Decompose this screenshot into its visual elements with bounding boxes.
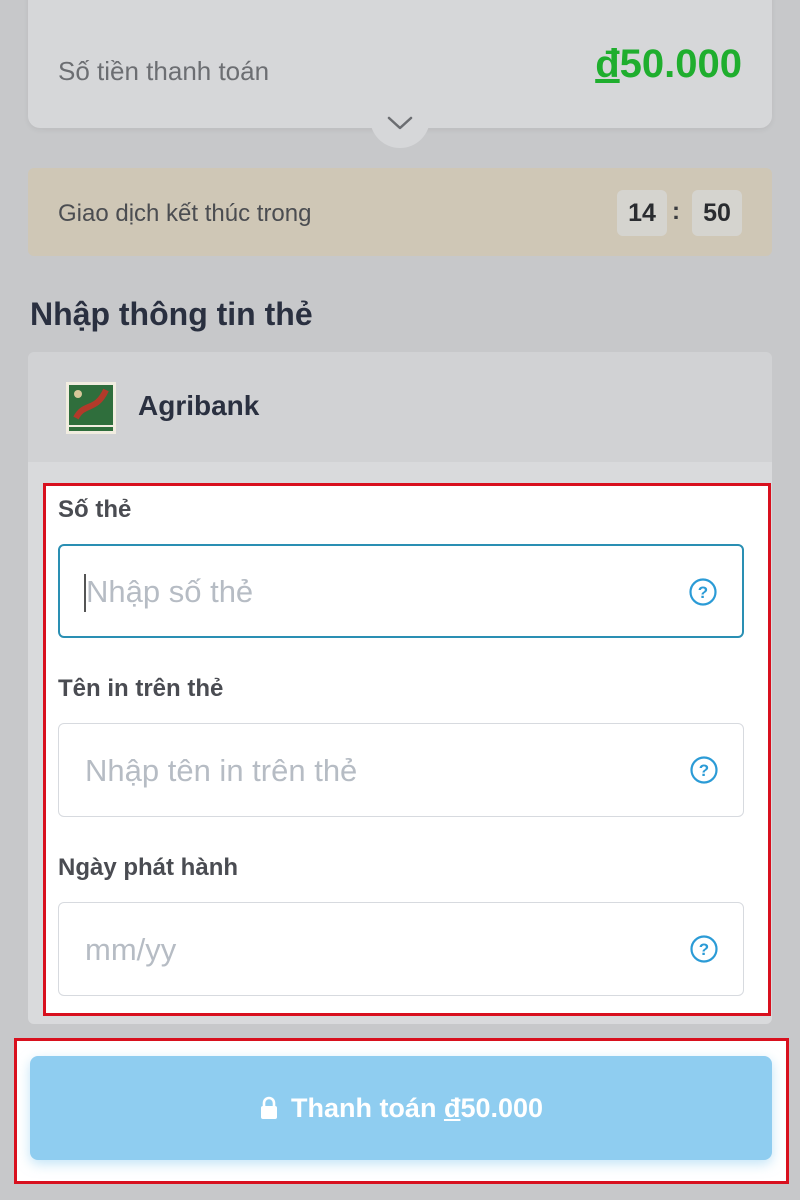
timer-label: Giao dịch kết thúc trong [58,200,312,227]
card-name-input[interactable] [83,724,647,818]
card-number-field[interactable]: ? [58,544,744,638]
svg-text:?: ? [699,761,709,780]
bank-name: Agribank [138,390,260,421]
help-circle-icon[interactable]: ? [689,755,719,785]
amount-label: Số tiền thanh toán [58,56,270,86]
currency-symbol: đ [595,42,620,86]
card-name-field[interactable]: ? [58,723,744,818]
issue-date-label: Ngày phát hành [58,854,239,881]
amount-value: đ50.000 [595,42,742,87]
expand-details-toggle[interactable] [370,98,430,148]
svg-text:?: ? [699,940,709,959]
pay-button[interactable]: Thanh toán đ 50.000 [30,1056,772,1160]
amount-number: 50.000 [619,42,742,86]
pay-button-currency: đ [443,1092,461,1123]
timer-separator: : [672,198,680,225]
pay-button-amount: 50.000 [460,1092,544,1123]
bank-selector: Agribank [28,352,772,462]
help-circle-icon[interactable]: ? [688,577,718,607]
help-circle-icon[interactable]: ? [689,934,719,964]
timer-minutes: 14 [617,190,667,236]
section-title: Nhập thông tin thẻ [30,296,313,332]
issue-date-field[interactable]: ? [58,902,744,997]
text-caret [84,574,86,612]
chevron-down-icon [387,116,413,130]
timer-seconds: 50 [692,190,742,236]
transaction-timer: Giao dịch kết thúc trong 14 : 50 [28,168,772,256]
lock-icon [259,1096,279,1120]
card-number-label: Số thẻ [58,496,132,523]
agribank-logo-icon [66,382,116,434]
svg-text:?: ? [698,583,708,602]
pay-button-label: Thanh toán [290,1092,437,1123]
card-name-label: Tên in trên thẻ [58,675,224,702]
card-number-input[interactable] [84,546,648,638]
issue-date-input[interactable] [83,903,647,997]
